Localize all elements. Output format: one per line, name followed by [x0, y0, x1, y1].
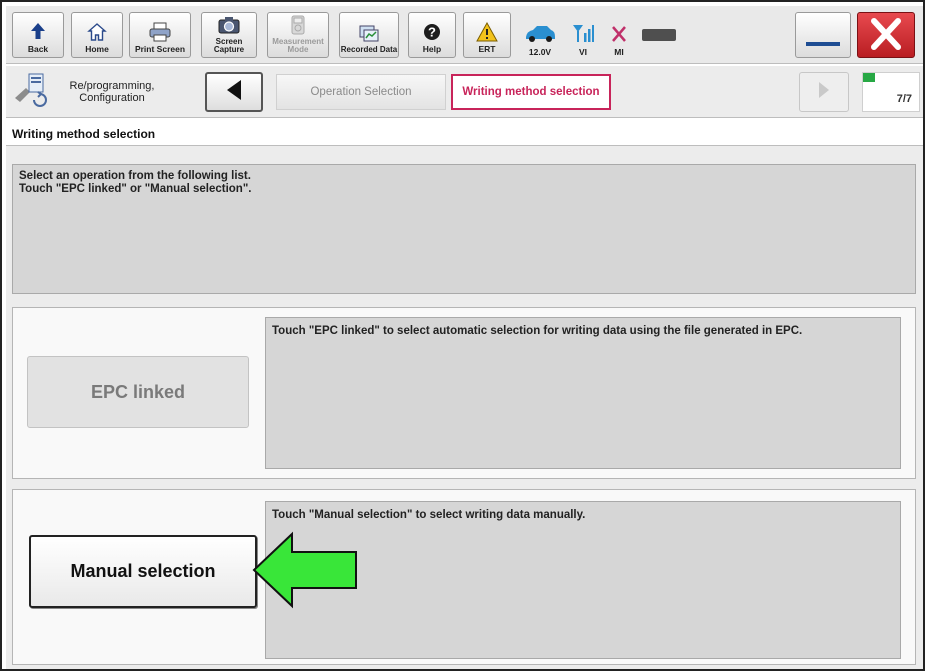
back-arrow-icon [25, 21, 51, 43]
svg-text:?: ? [428, 25, 436, 40]
content-area: Select an operation from the following l… [6, 146, 923, 669]
ert-button[interactable]: ERT [463, 12, 511, 58]
instruction-line: Touch "EPC linked" or "Manual selection"… [19, 183, 252, 195]
reprogramming-section: Re/programming, Configuration [12, 72, 192, 112]
minimize-icon [806, 42, 840, 46]
instruction-box: Select an operation from the following l… [12, 164, 916, 294]
status-indicator [639, 16, 679, 44]
help-button[interactable]: ? Help [408, 12, 456, 58]
pointer-arrow-icon [252, 530, 360, 615]
triangle-left-icon [225, 78, 243, 107]
camera-icon [216, 14, 242, 36]
step-operation-selection[interactable]: Operation Selection [276, 74, 446, 110]
vi-status: VI [568, 14, 598, 60]
page-title: Writing method selection [12, 127, 156, 141]
printer-icon [147, 21, 173, 43]
screen-capture-button[interactable]: Screen Capture [201, 12, 257, 58]
epc-linked-panel: EPC linked Touch "EPC linked" to select … [12, 307, 916, 479]
progress-counter: 7/7 [896, 93, 912, 105]
epc-linked-description: Touch "EPC linked" to select automatic s… [265, 317, 901, 469]
car-icon [523, 25, 557, 48]
print-screen-button[interactable]: Print Screen [129, 12, 191, 58]
toolbar: Back Home Print Screen Screen Capture Me… [6, 6, 923, 64]
consult-window: Back Home Print Screen Screen Capture Me… [0, 0, 925, 671]
warning-icon [474, 21, 500, 43]
status-bar-icon [642, 29, 676, 41]
minimize-button[interactable] [795, 12, 851, 58]
mi-status: MI [604, 14, 634, 60]
epc-linked-button[interactable]: EPC linked [27, 356, 249, 428]
close-button[interactable] [857, 12, 915, 58]
manual-selection-description: Touch "Manual selection" to select writi… [265, 501, 901, 659]
manual-selection-panel: Manual selection Touch "Manual selection… [12, 489, 916, 665]
manual-selection-button[interactable]: Manual selection [29, 535, 257, 608]
instruction-line: Select an operation from the following l… [19, 170, 251, 182]
home-button[interactable]: Home [71, 12, 123, 58]
close-icon [866, 16, 906, 52]
step-next-button[interactable] [799, 72, 849, 112]
measurement-mode-button[interactable]: Measurement Mode [267, 12, 329, 58]
help-icon: ? [419, 21, 445, 43]
step-writing-method-selection[interactable]: Writing method selection [451, 74, 611, 110]
home-icon [84, 21, 110, 43]
step-back-button[interactable] [205, 72, 263, 112]
battery-voltage-status: 12.0V [518, 14, 562, 60]
recorded-data-button[interactable]: Recorded Data [339, 12, 399, 58]
signal-icon [572, 23, 594, 48]
step-progress: 7/7 [862, 72, 920, 112]
recorded-data-icon [356, 22, 382, 44]
navigation-bar: Re/programming, Configuration Operation … [6, 66, 923, 118]
reprogramming-icon [12, 72, 52, 113]
meter-icon [285, 14, 311, 36]
triangle-right-icon [817, 80, 831, 105]
back-button[interactable]: Back [12, 12, 64, 58]
progress-fill [863, 73, 876, 82]
x-mark-icon [611, 25, 627, 48]
